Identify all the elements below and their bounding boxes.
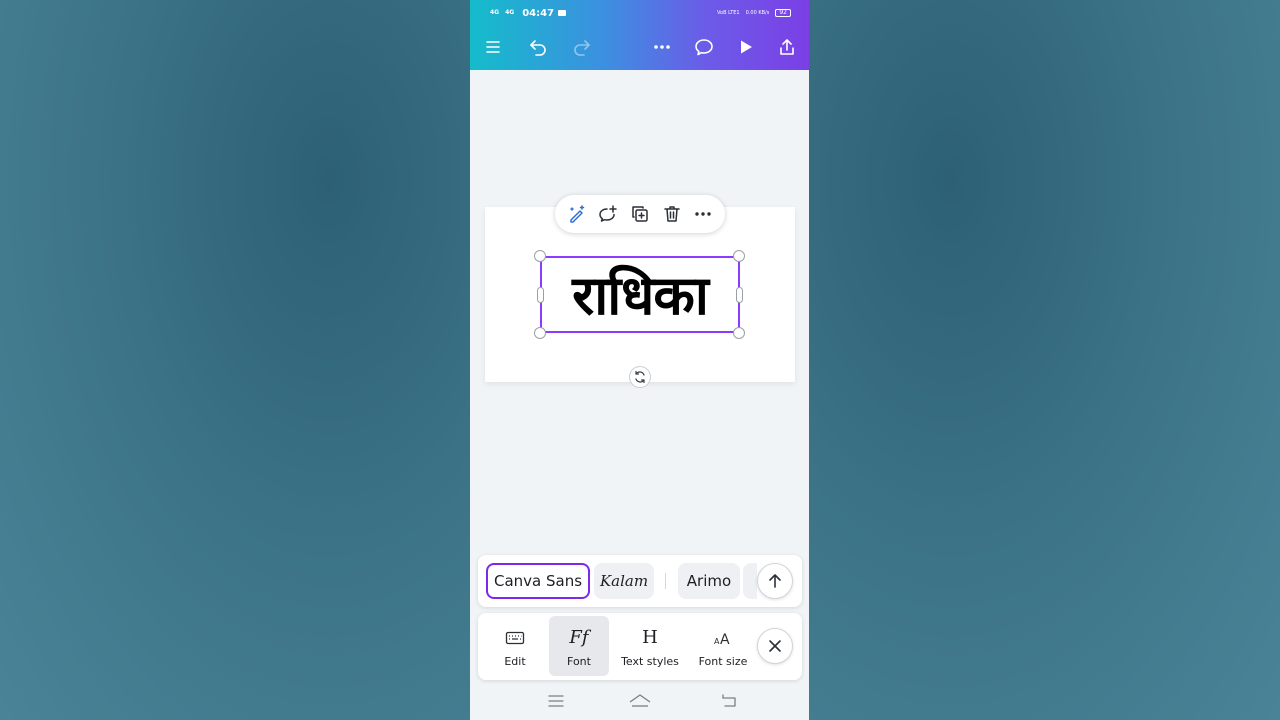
svg-text:A: A bbox=[720, 632, 730, 648]
status-right: VoB LTE1 0.00 KB/s 92 bbox=[717, 9, 791, 17]
add-comment-icon[interactable] bbox=[595, 201, 621, 227]
font-chip-arimo[interactable]: Arimo bbox=[678, 563, 740, 599]
phone-screen: 4G 4G 04:47 VoB LTE1 0.00 KB/s 92 राधिका… bbox=[470, 0, 809, 720]
play-icon[interactable] bbox=[735, 36, 757, 58]
text-tools-bar: Edit Ff Font H Text styles AA Font size bbox=[478, 613, 802, 680]
text-styles-icon: H bbox=[642, 627, 658, 648]
battery-indicator: 92 bbox=[775, 9, 791, 17]
font-size-tool[interactable]: AA Font size bbox=[690, 616, 756, 676]
font-size-icon: AA bbox=[713, 625, 733, 651]
selection-box bbox=[540, 256, 740, 333]
font-quick-picker: Canva Sans Kalam Arimo bbox=[478, 555, 802, 607]
resize-handle-right[interactable] bbox=[736, 287, 743, 303]
expand-fonts-button[interactable] bbox=[757, 563, 793, 599]
background-right bbox=[809, 0, 1280, 720]
undo-icon[interactable] bbox=[527, 36, 549, 58]
font-icon: Ff bbox=[569, 627, 589, 648]
font-tool-label: Font bbox=[567, 654, 591, 668]
system-nav-bar bbox=[470, 684, 809, 720]
text-styles-tool[interactable]: H Text styles bbox=[612, 616, 688, 676]
font-divider bbox=[665, 573, 666, 589]
rotate-handle[interactable] bbox=[629, 366, 651, 388]
edit-tool[interactable]: Edit bbox=[482, 616, 548, 676]
home-icon[interactable] bbox=[629, 692, 651, 710]
font-tool[interactable]: Ff Font bbox=[549, 616, 609, 676]
share-icon[interactable] bbox=[776, 36, 798, 58]
network-indicator-1: 4G bbox=[490, 9, 500, 16]
network-indicator-2: 4G bbox=[505, 9, 515, 16]
font-size-tool-label: Font size bbox=[698, 654, 748, 668]
recent-apps-icon[interactable] bbox=[545, 692, 567, 710]
network-speed: 0.00 KB/s bbox=[745, 10, 770, 16]
delete-icon[interactable] bbox=[659, 201, 685, 227]
magic-edit-icon[interactable] bbox=[564, 201, 590, 227]
close-button[interactable] bbox=[757, 628, 793, 664]
duplicate-icon[interactable] bbox=[627, 201, 653, 227]
resize-handle-top-left[interactable] bbox=[534, 250, 546, 262]
resize-handle-top-right[interactable] bbox=[733, 250, 745, 262]
resize-handle-bottom-left[interactable] bbox=[534, 327, 546, 339]
resize-handle-bottom-right[interactable] bbox=[733, 327, 745, 339]
video-record-icon bbox=[558, 10, 567, 16]
comment-icon[interactable] bbox=[693, 36, 715, 58]
resize-handle-left[interactable] bbox=[537, 287, 544, 303]
font-chip-partial[interactable] bbox=[743, 563, 757, 599]
hamburger-icon[interactable] bbox=[482, 36, 504, 58]
background-left bbox=[0, 0, 470, 720]
redo-icon[interactable] bbox=[571, 36, 593, 58]
more-icon[interactable] bbox=[651, 36, 673, 58]
font-chip-canva-sans[interactable]: Canva Sans bbox=[486, 563, 590, 599]
more-options-icon[interactable] bbox=[690, 201, 716, 227]
edit-tool-label: Edit bbox=[504, 654, 526, 668]
element-context-menu bbox=[555, 195, 725, 233]
top-bar: 4G 4G 04:47 VoB LTE1 0.00 KB/s 92 bbox=[470, 0, 809, 70]
font-chip-kalam[interactable]: Kalam bbox=[594, 563, 654, 599]
clock: 04:47 bbox=[522, 7, 555, 19]
back-icon[interactable] bbox=[719, 692, 741, 710]
status-bar: 4G 4G 04:47 VoB LTE1 0.00 KB/s 92 bbox=[490, 6, 791, 20]
keyboard-icon bbox=[505, 625, 525, 651]
text-styles-tool-label: Text styles bbox=[621, 654, 679, 668]
editor-toolbar bbox=[470, 30, 809, 62]
volte-indicator: VoB LTE1 bbox=[717, 10, 740, 16]
